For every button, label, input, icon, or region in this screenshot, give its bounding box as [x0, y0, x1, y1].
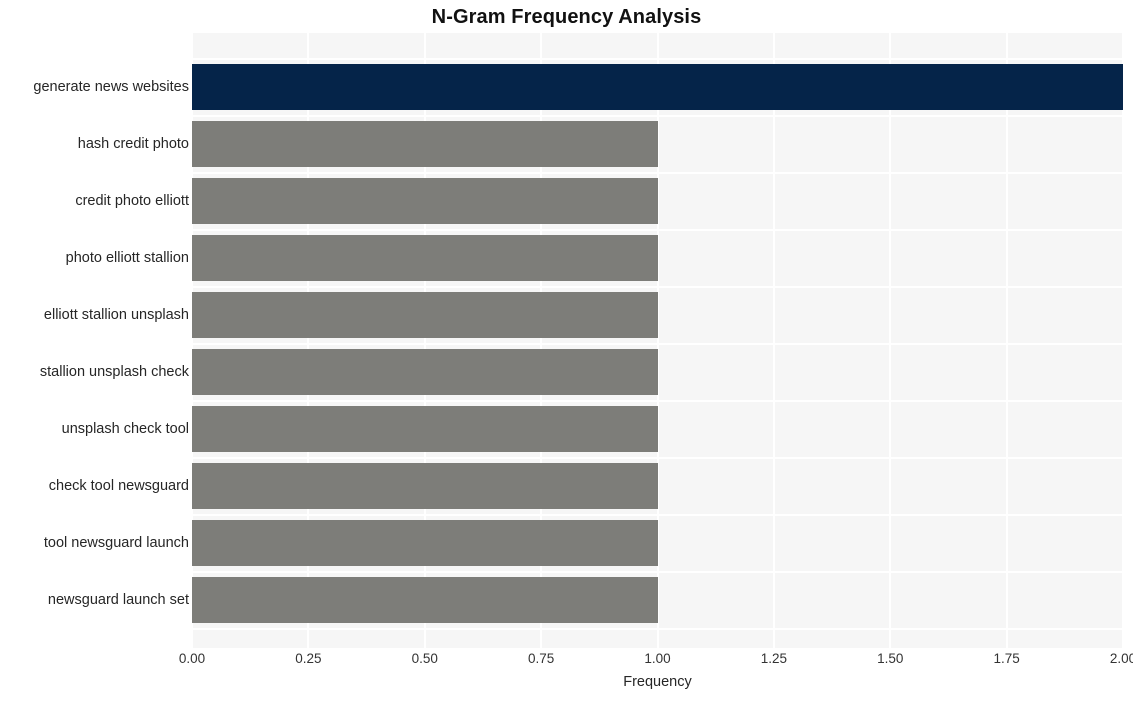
- x-axis-title: Frequency: [623, 674, 692, 690]
- x-tick-label: 0.25: [295, 651, 322, 666]
- ngram-frequency-chart: N-Gram Frequency Analysis generate news …: [0, 0, 1133, 701]
- x-tick-label: 2.00: [1109, 651, 1133, 666]
- x-tick-label: 1.75: [993, 651, 1020, 666]
- x-tick-label: 1.50: [877, 651, 904, 666]
- x-tick-label: 0.00: [178, 651, 206, 666]
- x-axis: 0.00 0.25 0.50 0.75 1.00 1.25 1.50 1.75 2.00: [0, 0, 1133, 701]
- x-tick-label: 0.75: [527, 651, 555, 666]
- x-tick-label: 1.00: [644, 651, 671, 666]
- x-tick-label: 1.25: [760, 651, 788, 666]
- x-tick-label: 0.50: [411, 651, 438, 666]
